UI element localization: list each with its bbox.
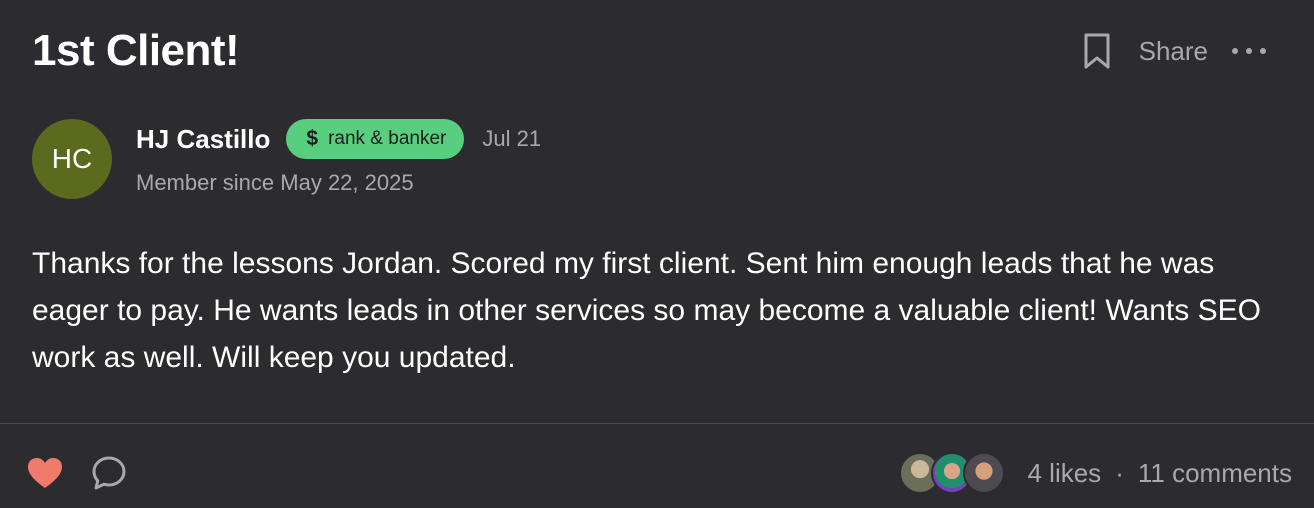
- post-title: 1st Client!: [32, 26, 240, 75]
- likes-count[interactable]: 4 likes: [1027, 458, 1101, 489]
- reaction-buttons: [26, 450, 128, 496]
- bookmark-icon[interactable]: [1081, 31, 1113, 71]
- post-date: Jul 21: [482, 126, 542, 151]
- liker-avatars[interactable]: [899, 452, 1006, 494]
- engagement-stats: 4 likes · 11 comments: [899, 450, 1292, 496]
- post-card: 1st Client! Share HC HJ Castillo $ rank …: [0, 0, 1314, 508]
- share-button[interactable]: Share: [1139, 30, 1208, 72]
- more-options-icon[interactable]: [1230, 41, 1268, 61]
- post-actions: Share: [1081, 30, 1268, 72]
- post-body: Thanks for the lessons Jordan. Scored my…: [32, 247, 1261, 374]
- comments-count[interactable]: 11 comments: [1138, 458, 1292, 489]
- rank-badge: $ rank & banker: [286, 119, 465, 159]
- member-since: Member since May 22, 2025: [136, 170, 414, 195]
- divider: [0, 423, 1314, 424]
- comment-bubble-icon[interactable]: [90, 454, 128, 492]
- badge-label: rank & banker: [328, 128, 447, 149]
- author-avatar[interactable]: HC: [32, 119, 112, 199]
- dollar-icon: $: [306, 127, 319, 150]
- author-name[interactable]: HJ Castillo: [136, 124, 270, 155]
- heart-icon[interactable]: [26, 454, 64, 492]
- separator: ·: [1115, 457, 1124, 488]
- author-info: HJ Castillo $ rank & banker Jul 21: [136, 119, 541, 159]
- liker-avatar: [963, 452, 1006, 494]
